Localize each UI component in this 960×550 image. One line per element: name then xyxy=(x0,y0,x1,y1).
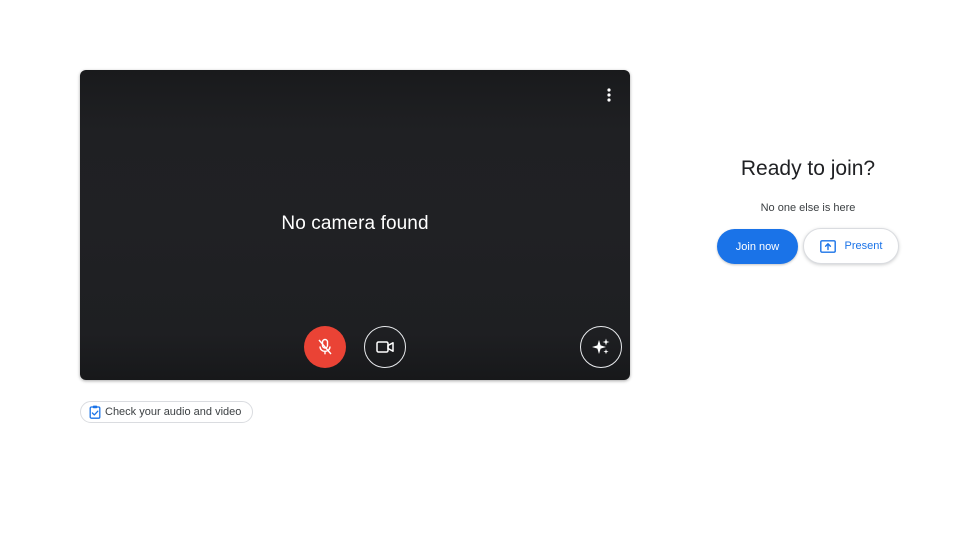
ready-to-join-heading: Ready to join? xyxy=(740,157,876,180)
more-vert-icon xyxy=(607,88,611,102)
mic-off-icon xyxy=(318,338,332,355)
more-options-button[interactable] xyxy=(596,82,622,108)
meeting-lobby: No camera found Check your audio and vid… xyxy=(0,0,960,550)
check-audio-video-label: Check your audio and video xyxy=(105,406,242,418)
check-audio-video-button[interactable]: Check your audio and video xyxy=(80,401,254,423)
join-now-button[interactable]: Join now xyxy=(717,229,798,264)
present-label: Present xyxy=(844,240,883,252)
no-camera-message: No camera found xyxy=(281,213,429,234)
video-preview: No camera found xyxy=(80,70,630,380)
microphone-toggle-button[interactable] xyxy=(304,326,346,368)
sparkle-icon xyxy=(592,338,610,355)
participants-status: No one else is here xyxy=(760,202,856,214)
present-to-all-icon xyxy=(819,239,836,253)
videocam-icon xyxy=(376,341,394,353)
visual-effects-button[interactable] xyxy=(580,326,622,368)
present-button[interactable]: Present xyxy=(803,228,899,264)
camera-toggle-button[interactable] xyxy=(364,326,406,368)
clipboard-check-icon xyxy=(89,405,101,419)
join-now-label: Join now xyxy=(735,240,780,253)
